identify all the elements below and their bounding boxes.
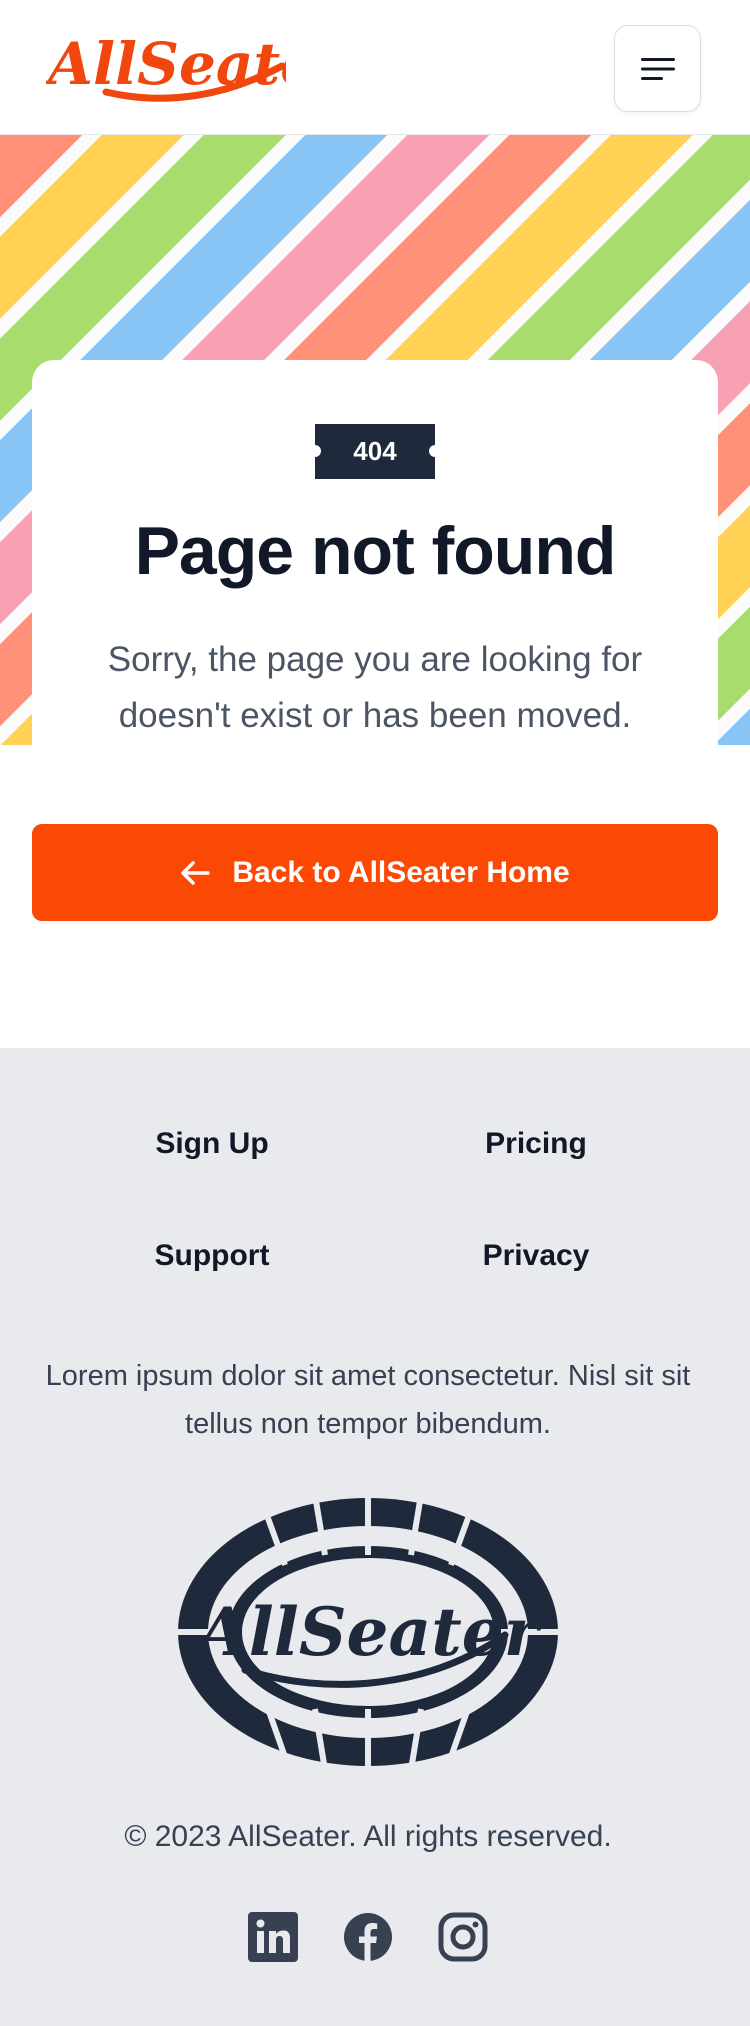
- footer-description: Lorem ipsum dolor sit amet consectetur. …: [45, 1360, 691, 1440]
- linkedin-icon[interactable]: [248, 1912, 298, 1962]
- logo-text: AllSeater: [46, 30, 286, 98]
- allseater-logo[interactable]: AllSeater: [46, 26, 286, 108]
- back-home-button[interactable]: Back to AllSeater Home: [32, 824, 718, 921]
- copyright-text: © 2023 AllSeater. All rights reserved.: [124, 1820, 612, 1853]
- back-home-label: Back to AllSeater Home: [232, 855, 570, 889]
- error-description: Sorry, the page you are looking for does…: [107, 640, 643, 735]
- facebook-icon[interactable]: [343, 1912, 393, 1962]
- emblem-text: AllSeater: [191, 1593, 542, 1671]
- menu-icon: [640, 57, 675, 80]
- error-code-badge: 404: [309, 424, 441, 479]
- page-title: Page not found: [134, 513, 617, 589]
- footer-link-support[interactable]: Support: [62, 1239, 362, 1273]
- footer-link-privacy[interactable]: Privacy: [386, 1239, 686, 1273]
- arrow-left-icon: [181, 860, 211, 885]
- footer-link-pricing[interactable]: Pricing: [386, 1127, 686, 1161]
- footer-link-signup[interactable]: Sign Up: [62, 1127, 362, 1161]
- instagram-icon[interactable]: [438, 1912, 488, 1962]
- site-header: AllSeater: [0, 0, 750, 135]
- menu-button[interactable]: [614, 25, 701, 112]
- allseater-emblem-logo: AllSeater: [175, 1495, 561, 1770]
